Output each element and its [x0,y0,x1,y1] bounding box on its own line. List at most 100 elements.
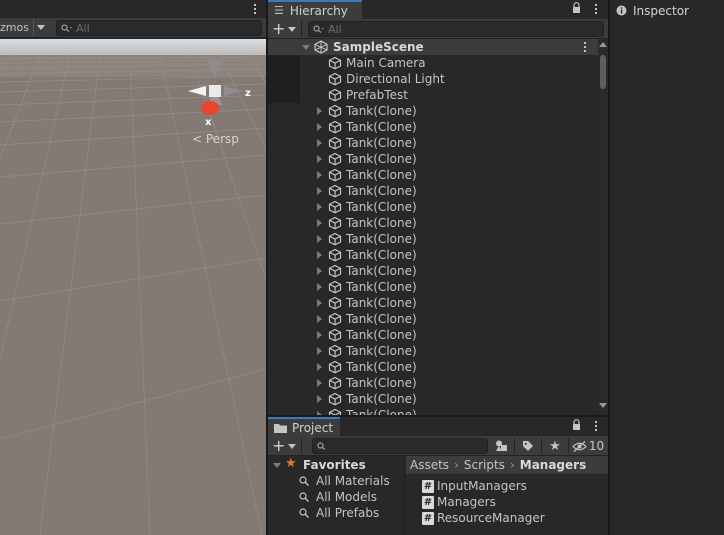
breadcrumb-assets[interactable]: Assets [410,458,449,472]
folder-icon [274,423,287,433]
foldout-arrow[interactable] [317,315,322,323]
persp-label[interactable]: < Persp [192,132,239,146]
foldout-arrow[interactable] [317,411,322,415]
scene-grid-ground: x z [0,39,266,535]
tag-icon[interactable] [517,437,539,455]
create-button[interactable]: + [272,437,285,455]
foldout-arrow[interactable] [317,235,322,243]
kebab-menu-icon[interactable] [251,2,259,16]
asset-item-label: Managers [437,495,496,509]
foldout-arrow[interactable] [317,139,322,147]
foldout-arrow[interactable] [317,299,322,307]
hierarchy-item-label: Tank(Clone) [346,312,417,326]
gameobject-cube-icon [328,56,342,70]
foldout-arrow[interactable] [317,251,322,259]
hierarchy-item[interactable]: Tank(Clone) [268,135,598,151]
tab-project[interactable]: Project [268,417,340,436]
hidden-packages-toggle[interactable]: 10 [570,437,606,455]
asset-item[interactable]: # Managers [422,494,496,510]
foldout-arrow[interactable] [317,267,322,275]
asset-item[interactable]: # ResourceManager [422,510,545,526]
kebab-menu-icon[interactable] [592,419,600,433]
hierarchy-item[interactable]: Tank(Clone) [268,279,598,295]
scroll-down-arrow[interactable] [599,403,607,408]
lock-icon[interactable] [572,419,581,433]
scene-row[interactable]: SampleScene [268,39,598,55]
scroll-up-arrow[interactable] [599,42,607,47]
hierarchy-item[interactable]: Tank(Clone) [268,407,598,415]
hidden-count: 10 [588,439,605,453]
create-dropdown-arrow[interactable] [288,27,296,32]
hierarchy-item[interactable]: Tank(Clone) [268,295,598,311]
filter-by-type-icon[interactable] [490,437,512,455]
foldout-arrow[interactable] [317,379,322,387]
foldout-arrow[interactable] [317,219,322,227]
foldout-arrow[interactable] [317,107,322,115]
foldout-arrow[interactable] [317,203,322,211]
breadcrumb-managers[interactable]: Managers [520,458,586,472]
persp-text: Persp [205,132,239,146]
hierarchy-item[interactable]: Tank(Clone) [268,199,598,215]
hierarchy-toolbar: + All [268,19,608,39]
project-favorites-tree: ★ Favorites All Materials All Models All P… [268,456,405,535]
scene-search-input[interactable]: All [56,20,262,36]
tab-hierarchy[interactable]: ☰ Hierarchy [268,0,362,19]
hierarchy-item[interactable]: Tank(Clone) [268,247,598,263]
hierarchy-search-input[interactable]: All [308,21,604,37]
scroll-thumb[interactable] [600,55,606,89]
foldout-arrow[interactable] [317,123,322,131]
hierarchy-item[interactable]: Tank(Clone) [268,231,598,247]
kebab-menu-icon[interactable] [581,40,589,54]
kebab-menu-icon[interactable] [592,2,600,16]
foldout-arrow[interactable] [317,155,322,163]
eye-slash-icon [572,440,587,452]
favorites-header[interactable]: ★ Favorites [268,456,405,473]
search-icon [299,492,309,502]
breadcrumb-scripts[interactable]: Scripts [464,458,505,472]
favorites-item[interactable]: All Materials [268,473,405,489]
foldout-arrow[interactable] [317,347,322,355]
hierarchy-item[interactable]: Tank(Clone) [268,119,598,135]
hierarchy-item[interactable]: PrefabTest [268,87,598,103]
create-dropdown-arrow[interactable] [288,444,296,449]
tab-inspector[interactable]: Inspector [610,0,724,19]
hierarchy-item[interactable]: Tank(Clone) [268,167,598,183]
asset-item[interactable]: # InputManagers [422,478,527,494]
foldout-arrow[interactable] [317,283,322,291]
favorites-item[interactable]: All Prefabs [268,505,405,521]
foldout-arrow[interactable] [317,395,322,403]
hierarchy-item[interactable]: Tank(Clone) [268,327,598,343]
csharp-script-icon: # [422,479,434,493]
hierarchy-item-label: Tank(Clone) [346,152,417,166]
hierarchy-item[interactable]: Directional Light [268,71,598,87]
foldout-arrow[interactable] [317,363,322,371]
scene-viewport[interactable]: x z < Persp [0,39,266,535]
hierarchy-item[interactable]: Tank(Clone) [268,215,598,231]
hierarchy-item[interactable]: Tank(Clone) [268,391,598,407]
foldout-arrow[interactable] [317,187,322,195]
scene-tab-strip [0,0,266,18]
scene-foldout-arrow[interactable] [302,45,310,50]
project-search-input[interactable] [312,438,488,454]
favorites-item[interactable]: All Models [268,489,405,505]
hierarchy-item[interactable]: Tank(Clone) [268,359,598,375]
hierarchy-item-label: PrefabTest [346,88,408,102]
gizmos-button-label[interactable]: zmos [0,21,29,34]
gizmos-dropdown-arrow[interactable] [33,19,48,36]
hierarchy-list-icon: ☰ [274,4,284,17]
star-icon[interactable]: ★ [544,437,566,455]
favorites-foldout-arrow[interactable] [273,463,281,468]
hierarchy-item[interactable]: Tank(Clone) [268,263,598,279]
hierarchy-item[interactable]: Tank(Clone) [268,343,598,359]
hierarchy-scrollbar[interactable] [598,39,608,415]
lock-icon[interactable] [572,2,581,16]
hierarchy-item[interactable]: Tank(Clone) [268,375,598,391]
foldout-arrow[interactable] [317,171,322,179]
hierarchy-item[interactable]: Tank(Clone) [268,311,598,327]
create-button[interactable]: + [272,20,285,38]
foldout-arrow[interactable] [317,331,322,339]
hierarchy-item[interactable]: Main Camera [268,55,598,71]
hierarchy-item[interactable]: Tank(Clone) [268,151,598,167]
hierarchy-item[interactable]: Tank(Clone) [268,183,598,199]
hierarchy-item[interactable]: Tank(Clone) [268,103,598,119]
